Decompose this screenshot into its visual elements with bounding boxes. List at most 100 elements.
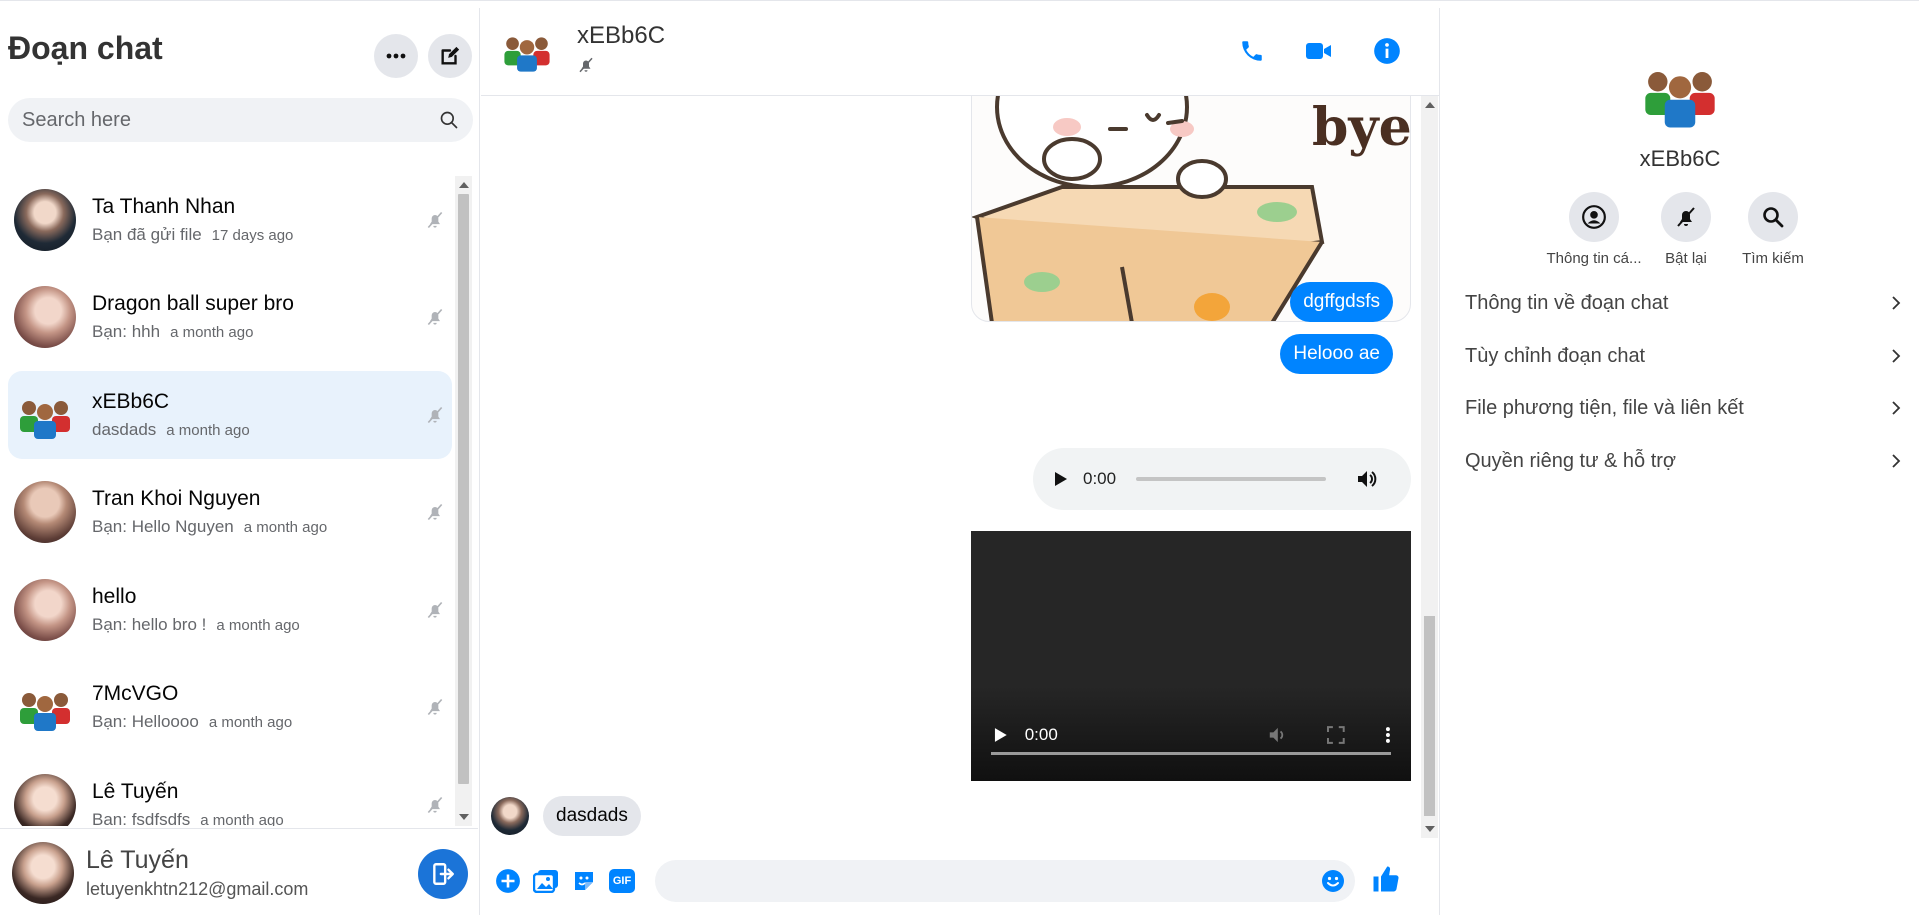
scroll-down-arrow[interactable] bbox=[459, 814, 469, 820]
last-message-time: a month ago bbox=[216, 617, 300, 634]
avatar bbox=[14, 579, 76, 641]
bell-off-icon bbox=[424, 404, 446, 426]
bell-off-icon bbox=[577, 56, 595, 79]
avatar bbox=[14, 774, 76, 826]
conversation-name: 7McVGO bbox=[92, 682, 179, 705]
user-email: letuyenkhtn212@gmail.com bbox=[86, 878, 309, 899]
menu-label: Thông tin về đoạn chat bbox=[1465, 291, 1669, 314]
more-vertical-icon[interactable] bbox=[1385, 726, 1391, 744]
conversation-name: Tran Khoi Nguyen bbox=[92, 487, 261, 510]
conversation-name: xEBb6C bbox=[92, 390, 170, 413]
menu-media-files[interactable]: File phương tiện, file và liên kết bbox=[1465, 393, 1901, 423]
chevron-right-icon bbox=[1892, 454, 1901, 468]
conversation-item[interactable]: hello Bạn: hello bro ! a month ago bbox=[8, 566, 452, 654]
conversation-item[interactable]: Lê Tuyến Bạn: fsdfsdfs a month ago bbox=[8, 761, 452, 826]
avatar bbox=[14, 286, 76, 348]
last-message-time: a month ago bbox=[170, 324, 254, 341]
last-message: Bạn: fsdfsdfs bbox=[92, 810, 191, 826]
scroll-thumb[interactable] bbox=[458, 194, 469, 784]
conversation-item[interactable]: Tran Khoi Nguyen Bạn: Hello Nguyen a mont… bbox=[8, 468, 452, 556]
image-icon[interactable] bbox=[533, 868, 559, 894]
current-user: Lê Tuyến letuyenkhtn212@gmail.com bbox=[0, 828, 478, 915]
fullscreen-icon[interactable] bbox=[1327, 726, 1346, 744]
video-progress[interactable] bbox=[991, 752, 1391, 755]
user-name: Lê Tuyến bbox=[86, 845, 189, 874]
avatar bbox=[14, 189, 76, 251]
outgoing-message: Helooo ae bbox=[1280, 334, 1393, 374]
last-message-time: a month ago bbox=[200, 812, 284, 826]
conversation-item[interactable]: 7McVGO Bạn: Helloooo a month ago bbox=[8, 663, 452, 751]
play-icon[interactable] bbox=[1051, 470, 1069, 488]
info-chat-name: xEBb6C bbox=[1639, 146, 1721, 171]
more-options-button[interactable] bbox=[374, 34, 418, 78]
scroll-down-arrow[interactable] bbox=[1425, 826, 1435, 832]
gif-icon[interactable]: GIF bbox=[609, 869, 635, 893]
conversation-item[interactable]: Dragon ball super bro Bạn: hhh a month ag… bbox=[8, 273, 452, 361]
chat-scrollbar[interactable] bbox=[1421, 96, 1438, 838]
search-icon[interactable] bbox=[439, 110, 459, 130]
menu-label: Tùy chỉnh đoạn chat bbox=[1465, 344, 1646, 367]
chat-header: xEBb6C bbox=[481, 8, 1439, 96]
new-message-button[interactable] bbox=[428, 34, 472, 78]
incoming-message: dasdads bbox=[543, 796, 641, 836]
avatar bbox=[14, 481, 76, 543]
outgoing-message: dgffgdsfs bbox=[1290, 282, 1393, 322]
search-box bbox=[8, 98, 473, 142]
search-in-chat-button[interactable]: Tìm kiếm bbox=[1718, 192, 1828, 267]
emoji-icon[interactable] bbox=[1321, 869, 1345, 893]
volume-icon[interactable] bbox=[1268, 726, 1288, 744]
sticker-icon[interactable] bbox=[571, 868, 597, 894]
info-icon[interactable] bbox=[1372, 36, 1402, 66]
audio-player: 0:00 bbox=[1033, 448, 1411, 510]
video-camera-icon[interactable] bbox=[1304, 36, 1334, 66]
bell-off-icon bbox=[424, 209, 446, 231]
thumbs-up-icon[interactable] bbox=[1371, 864, 1401, 899]
menu-label: Quyền riêng tư & hỗ trợ bbox=[1465, 449, 1677, 472]
menu-label: File phương tiện, file và liên kết bbox=[1465, 396, 1744, 419]
action-label: Tìm kiếm bbox=[1742, 250, 1804, 267]
play-icon[interactable] bbox=[991, 726, 1009, 744]
search-icon bbox=[1763, 207, 1784, 228]
menu-chat-info[interactable]: Thông tin về đoạn chat bbox=[1465, 288, 1901, 318]
last-message-time: a month ago bbox=[208, 714, 293, 731]
sticker-text: bye bbox=[1312, 97, 1411, 158]
scroll-up-arrow[interactable] bbox=[459, 182, 469, 188]
chat-panel: xEBb6C bye dgffgdsfs Helooo ae 0:00 0:00… bbox=[481, 8, 1440, 915]
logout-button[interactable] bbox=[418, 849, 468, 899]
sender-avatar bbox=[491, 797, 529, 835]
last-message-time: 17 days ago bbox=[211, 227, 294, 244]
bell-off-icon bbox=[424, 599, 446, 621]
bell-off-icon bbox=[1677, 207, 1695, 227]
menu-privacy-support[interactable]: Quyền riêng tư & hỗ trợ bbox=[1465, 446, 1901, 476]
chat-info-panel: xEBb6C Thông tin cá... Bật lại Tìm kiếm … bbox=[1441, 8, 1919, 915]
user-avatar[interactable] bbox=[12, 841, 74, 904]
scroll-thumb[interactable] bbox=[1424, 616, 1435, 816]
scroll-up-arrow[interactable] bbox=[1425, 102, 1435, 108]
message-input-box bbox=[655, 860, 1355, 902]
bell-off-icon bbox=[424, 501, 446, 523]
search-input[interactable] bbox=[22, 108, 439, 132]
menu-customize-chat[interactable]: Tùy chỉnh đoạn chat bbox=[1465, 341, 1901, 371]
logout-icon bbox=[433, 863, 454, 885]
last-message: Bạn đã gửi file bbox=[92, 225, 202, 244]
bell-off-icon bbox=[424, 306, 446, 328]
video-time: 0:00 bbox=[1024, 725, 1058, 744]
phone-icon[interactable] bbox=[1237, 36, 1267, 66]
audio-progress[interactable] bbox=[1136, 477, 1327, 481]
conversation-name: Dragon ball super bro bbox=[92, 292, 294, 315]
message-list: bye dgffgdsfs Helooo ae 0:00 0:00 dasdad… bbox=[481, 96, 1421, 838]
volume-icon[interactable] bbox=[1356, 469, 1378, 489]
video-player[interactable]: 0:00 bbox=[971, 531, 1411, 781]
bell-off-icon bbox=[424, 696, 446, 718]
incoming-message-row: dasdads bbox=[491, 796, 641, 836]
message-input[interactable] bbox=[669, 860, 1309, 902]
conversation-scrollbar[interactable] bbox=[455, 176, 472, 826]
conversation-list: Ta Thanh Nhan Bạn đã gửi file 17 days ago… bbox=[0, 176, 455, 826]
message-composer: GIF bbox=[481, 846, 1439, 915]
chevron-right-icon bbox=[1892, 296, 1901, 310]
conversation-item-active[interactable]: xEBb6C dasdads a month ago bbox=[8, 371, 452, 459]
conversation-item[interactable]: Ta Thanh Nhan Bạn đã gửi file 17 days ago bbox=[8, 176, 452, 264]
last-message: dasdads bbox=[92, 420, 157, 439]
chevron-right-icon bbox=[1892, 401, 1901, 415]
plus-icon[interactable] bbox=[495, 868, 521, 894]
